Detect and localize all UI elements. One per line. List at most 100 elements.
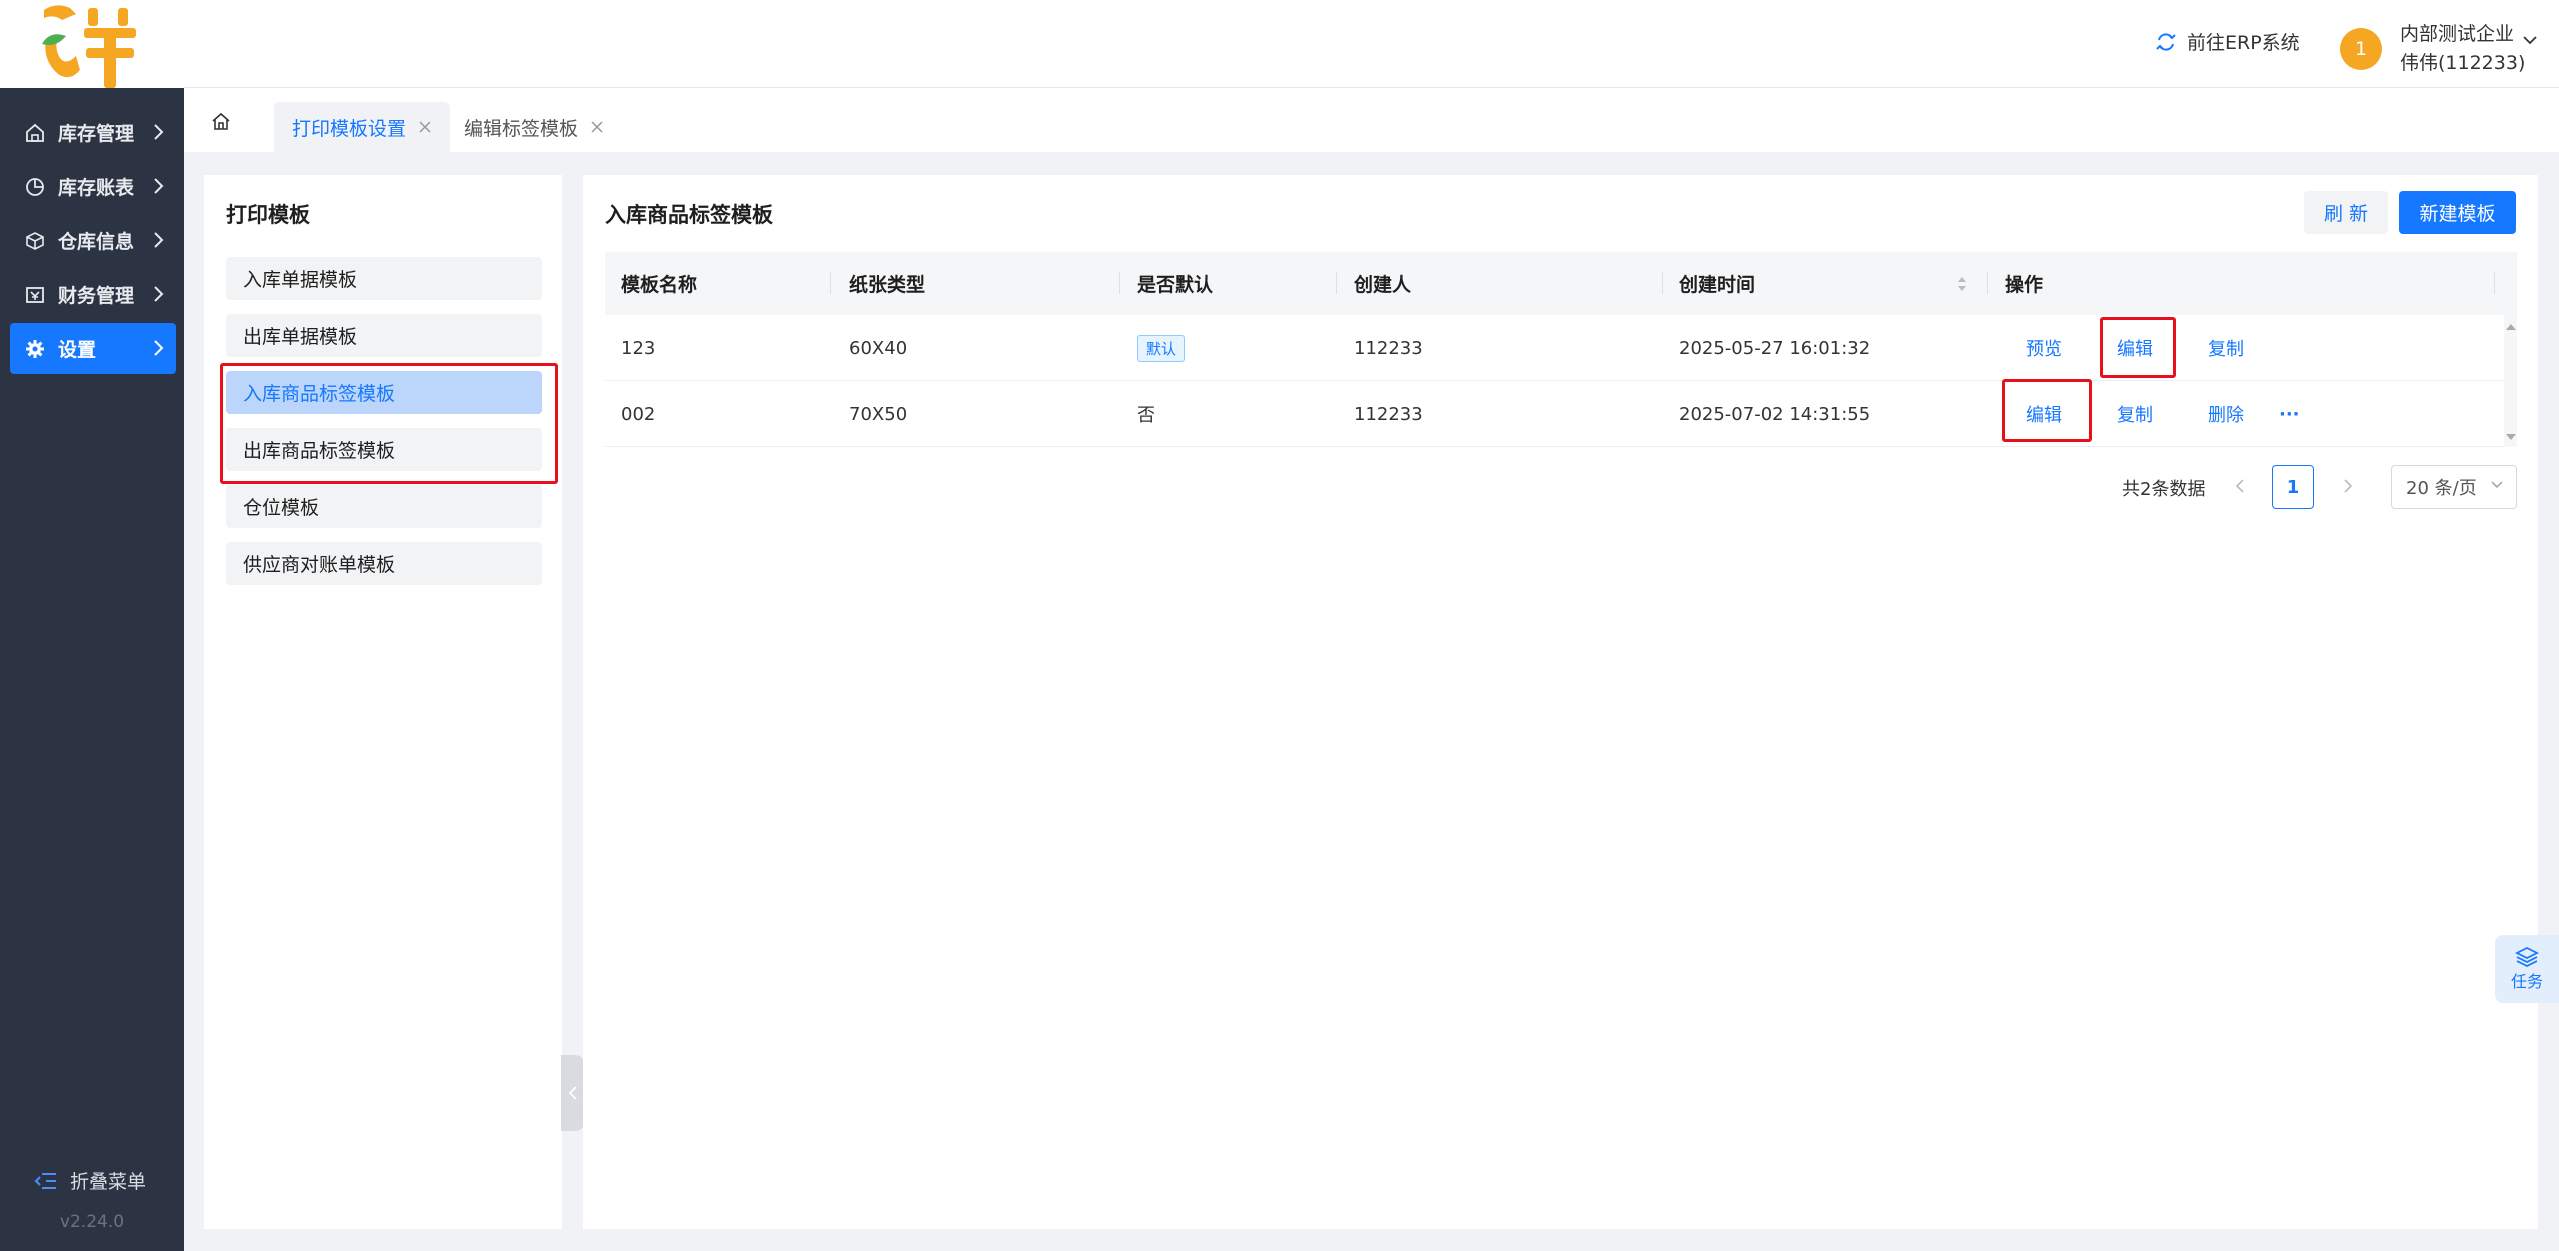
- prev-page-icon[interactable]: [2234, 477, 2246, 495]
- chevron-right-icon: [154, 124, 164, 140]
- column-header: 模板名称: [621, 274, 698, 296]
- column-divider: [830, 272, 831, 294]
- copy-link[interactable]: 复制: [2117, 381, 2153, 447]
- sidebar-item-label: 库存账表: [58, 177, 135, 199]
- cell-creator: 112233: [1354, 337, 1423, 359]
- cell-created-time: 2025-05-27 16:01:32: [1679, 337, 1871, 359]
- collapse-menu-label: 折叠菜单: [70, 1171, 147, 1193]
- pie-chart-icon: [24, 176, 46, 198]
- template-category-item[interactable]: 供应商对账单模板: [226, 542, 542, 585]
- template-category-list: 入库单据模板 出库单据模板 入库商品标签模板 出库商品标签模板 仓位模板 供应商…: [226, 257, 542, 599]
- sidebar-item-finance[interactable]: 财务管理: [10, 269, 176, 320]
- cell-created-time: 2025-07-02 14:31:55: [1679, 403, 1871, 425]
- cell-default: 默认: [1137, 315, 1186, 381]
- sidebar-item-label: 设置: [58, 339, 97, 361]
- chevron-right-icon: [154, 286, 164, 302]
- task-label: 任务: [2510, 972, 2543, 991]
- panel-title: 入库商品标签模板: [605, 203, 773, 227]
- pagination-total: 共2条数据: [2122, 479, 2206, 500]
- task-widget[interactable]: 任务: [2495, 935, 2559, 1003]
- page-size-value: 20 条/页: [2406, 478, 2477, 499]
- column-header: 是否默认: [1137, 274, 1214, 296]
- collapse-menu-icon: [34, 1171, 58, 1191]
- cell-name: 123: [621, 337, 656, 359]
- sidebar-item-label: 财务管理: [58, 285, 135, 307]
- template-category-item[interactable]: 仓位模板: [226, 485, 542, 528]
- scroll-down-icon[interactable]: [2505, 432, 2517, 442]
- column-divider: [2494, 272, 2495, 294]
- cube-icon: [24, 230, 46, 252]
- close-icon[interactable]: [418, 120, 432, 134]
- sidebar-item-warehouse-info[interactable]: 仓库信息: [10, 215, 176, 266]
- template-category-item-active[interactable]: 入库商品标签模板: [226, 371, 542, 414]
- default-tag: 默认: [1137, 334, 1186, 362]
- cell-default: 否: [1137, 405, 1155, 426]
- top-header: 前往ERP系统: [184, 0, 2559, 88]
- delete-link[interactable]: 删除: [2208, 381, 2244, 447]
- avatar: 1: [2340, 28, 2382, 70]
- column-header[interactable]: 创建时间: [1679, 252, 1755, 315]
- user-info: 内部测试企业 伟伟(112233): [2400, 20, 2525, 78]
- next-page-icon[interactable]: [2342, 477, 2354, 495]
- template-category-item[interactable]: 出库商品标签模板: [226, 428, 542, 471]
- chevron-right-icon: [154, 232, 164, 248]
- column-header: 纸张类型: [849, 274, 926, 296]
- template-category-item[interactable]: 入库单据模板: [226, 257, 542, 300]
- chevron-down-icon[interactable]: [2522, 34, 2538, 46]
- panel-collapse-handle[interactable]: [561, 1055, 585, 1131]
- column-header: 创建人: [1354, 274, 1412, 296]
- chevron-left-icon: [568, 1086, 577, 1100]
- cell-creator: 112233: [1354, 403, 1423, 425]
- table-row: 123 60X40 默认 112233 2025-05-27 16:01:32 …: [605, 315, 2517, 381]
- new-template-button[interactable]: 新建模板: [2399, 191, 2516, 234]
- preview-link[interactable]: 预览: [2026, 315, 2062, 381]
- home-stock-icon: [24, 122, 46, 144]
- page-number-button[interactable]: 1: [2272, 465, 2314, 509]
- refresh-button[interactable]: 刷 新: [2304, 191, 2388, 234]
- chevron-right-icon: [154, 178, 164, 194]
- sidebar-item-label: 仓库信息: [58, 231, 135, 253]
- edit-link[interactable]: 编辑: [2026, 381, 2062, 447]
- sidebar-item-stock-reports[interactable]: 库存账表: [10, 161, 176, 212]
- pagination: 共2条数据 1 20 条/页: [583, 465, 2518, 509]
- sync-icon: [2155, 31, 2177, 53]
- column-divider: [1336, 272, 1337, 294]
- cell-name: 002: [621, 403, 656, 425]
- go-to-erp-link[interactable]: 前往ERP系统: [2155, 28, 2300, 55]
- company-name: 内部测试企业: [2400, 23, 2515, 45]
- sidebar-item-stock-management[interactable]: 库存管理: [10, 107, 176, 158]
- close-icon[interactable]: [590, 120, 604, 134]
- sort-icon[interactable]: [1956, 274, 1968, 294]
- tab-label: 编辑标签模板: [464, 117, 579, 140]
- tab-edit-label-template[interactable]: 编辑标签模板: [446, 102, 622, 152]
- template-category-panel: 打印模板 入库单据模板 出库单据模板 入库商品标签模板 出库商品标签模板 仓位模…: [204, 175, 562, 1229]
- more-actions-icon[interactable]: ···: [2279, 381, 2300, 447]
- page-size-select[interactable]: 20 条/页: [2391, 465, 2517, 509]
- template-table: 模板名称 纸张类型 是否默认 创建人 创建时间 操作 123 60X40 默认 …: [605, 252, 2517, 447]
- home-tab[interactable]: [204, 104, 238, 138]
- user-name: 伟伟(112233): [2400, 52, 2526, 74]
- table-scrollbar[interactable]: [2504, 315, 2517, 447]
- copy-link[interactable]: 复制: [2208, 315, 2244, 381]
- scroll-up-icon[interactable]: [2505, 322, 2517, 332]
- tab-print-template-settings[interactable]: 打印模板设置: [274, 102, 451, 152]
- column-divider: [1662, 272, 1663, 294]
- template-list-panel: 入库商品标签模板 刷 新 新建模板 模板名称 纸张类型 是否默认 创建人 创建时…: [583, 175, 2538, 1229]
- gear-icon: [24, 338, 46, 360]
- logo-icon: [42, 5, 136, 88]
- finance-icon: [24, 284, 46, 306]
- template-category-item[interactable]: 出库单据模板: [226, 314, 542, 357]
- edit-link[interactable]: 编辑: [2117, 315, 2153, 381]
- home-icon: [212, 112, 230, 130]
- sidebar-item-settings[interactable]: 设置: [10, 323, 176, 374]
- column-header: 操作: [2005, 274, 2044, 296]
- layers-icon: [2515, 946, 2539, 968]
- user-menu[interactable]: 1 内部测试企业 伟伟(112233): [2340, 20, 2525, 78]
- collapse-menu-button[interactable]: 折叠菜单: [34, 1167, 146, 1194]
- sidebar-nav: 库存管理 库存账表 仓库信息 财务管理 设置: [10, 107, 176, 377]
- column-divider: [1987, 272, 1988, 294]
- version-label: v2.24.0: [59, 1212, 125, 1232]
- cell-paper: 70X50: [849, 403, 908, 425]
- chevron-down-icon: [2491, 481, 2503, 489]
- sidebar: 库存管理 库存账表 仓库信息 财务管理 设置 折叠菜单 v2.24.0: [0, 0, 184, 1251]
